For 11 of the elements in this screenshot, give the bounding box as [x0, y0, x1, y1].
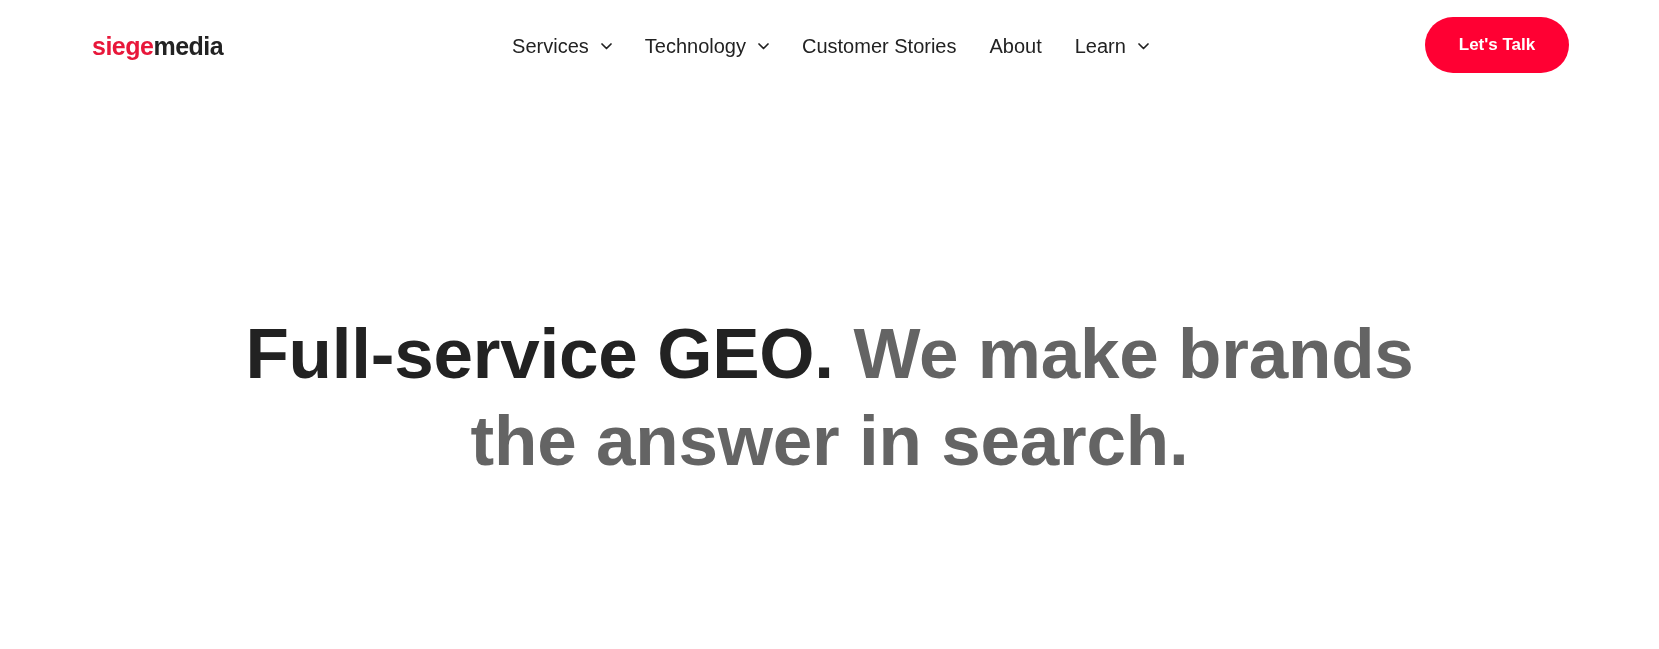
nav-link[interactable]: About [989, 32, 1042, 58]
chevron-down-icon [1137, 42, 1149, 50]
chevron-down-icon [758, 42, 769, 50]
lets-talk-button[interactable]: Let's Talk [1425, 17, 1569, 73]
nav-dropdown[interactable]: Technology [644, 32, 769, 58]
logo[interactable]: siegemedia [92, 31, 224, 59]
headline: Full-service GEO. We make brands the answer in search. [244, 313, 1415, 482]
chevron-down-icon [600, 42, 612, 50]
nav-dropdown[interactable]: Learn [1074, 32, 1149, 58]
nav-dropdown[interactable]: Services [512, 32, 612, 58]
nav-link[interactable]: Customer Stories [802, 32, 957, 58]
